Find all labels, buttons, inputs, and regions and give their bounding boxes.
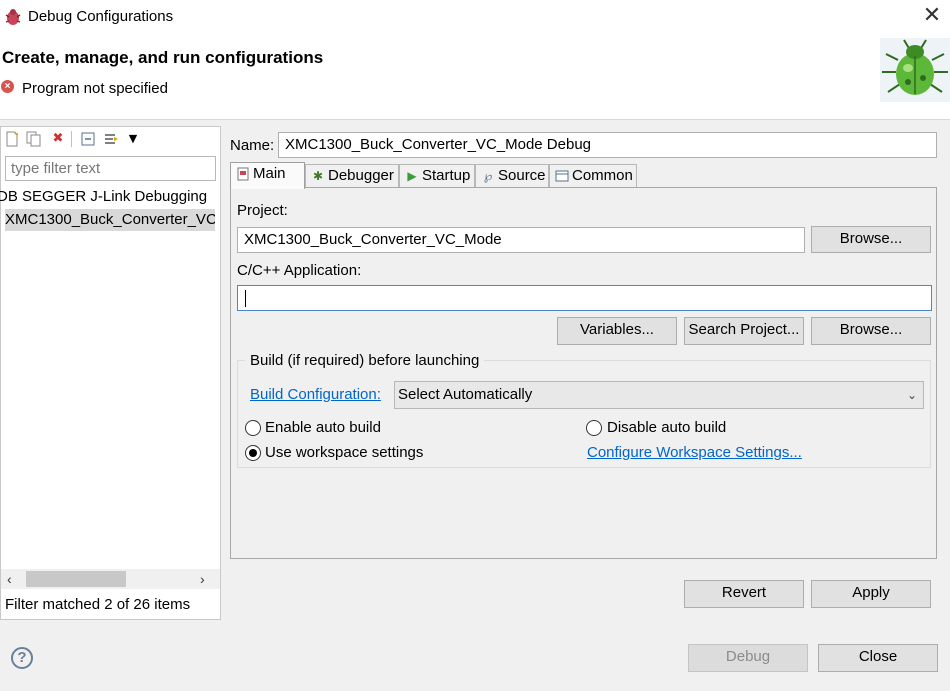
- close-button[interactable]: Close: [818, 644, 938, 672]
- help-icon[interactable]: ?: [11, 647, 33, 669]
- tab-startup[interactable]: ▶ Startup: [399, 164, 475, 188]
- build-configuration-select[interactable]: Select Automatically ⌄: [394, 381, 924, 409]
- filter-status: Filter matched 2 of 26 items: [5, 596, 191, 613]
- chevron-down-icon: ⌄: [906, 388, 917, 402]
- tab-label: Debugger: [328, 167, 394, 184]
- build-configuration-link[interactable]: Build Configuration:: [250, 386, 381, 403]
- duplicate-icon[interactable]: [26, 131, 42, 147]
- dialog-title: Create, manage, and run configurations: [2, 48, 324, 67]
- configuration-tree-panel: ✖ ▼ DB SEGGER J-Link Debugging XMC1300_B…: [0, 126, 221, 620]
- source-tab-icon: ℘: [483, 169, 493, 183]
- tab-label: Startup: [422, 167, 471, 184]
- dialog-header: Create, manage, and run configurations ×…: [0, 34, 950, 120]
- new-config-icon[interactable]: [4, 131, 20, 147]
- apply-button[interactable]: Apply: [811, 580, 931, 608]
- project-label: Project:: [237, 202, 288, 219]
- disable-auto-build-label: Disable auto build: [607, 419, 727, 436]
- tree-item-label: DB SEGGER J-Link Debugging: [0, 188, 208, 205]
- browse-application-button[interactable]: Browse...: [811, 317, 931, 345]
- bug-logo-icon: [880, 38, 950, 102]
- scrollbar-thumb[interactable]: [26, 571, 126, 587]
- text-caret: [245, 290, 246, 307]
- tab-source[interactable]: ℘ Source: [475, 164, 549, 188]
- enable-auto-build-label: Enable auto build: [265, 419, 381, 436]
- project-input[interactable]: XMC1300_Buck_Converter_VC_Mode: [237, 227, 805, 253]
- disable-auto-build-radio[interactable]: [586, 420, 602, 436]
- view-menu-icon[interactable]: ▼: [125, 131, 141, 147]
- tab-main[interactable]: Main: [230, 162, 305, 189]
- tab-label: Source: [498, 167, 546, 184]
- use-workspace-settings-radio[interactable]: [245, 445, 261, 461]
- configure-workspace-settings-link[interactable]: Configure Workspace Settings...: [587, 444, 802, 461]
- title-bar: Debug Configurations ✕: [0, 0, 950, 34]
- scroll-right-icon[interactable]: ›: [200, 569, 214, 589]
- startup-tab-icon: ▶: [407, 169, 417, 183]
- tab-label: Main: [253, 165, 286, 182]
- build-group: Build (if required) before launching Bui…: [237, 352, 931, 468]
- use-workspace-settings-label: Use workspace settings: [265, 444, 424, 461]
- radio-selected-dot: [249, 449, 257, 457]
- application-label: C/C++ Application:: [237, 262, 362, 279]
- main-tab-content: Project: XMC1300_Buck_Converter_VC_Mode …: [230, 187, 937, 559]
- build-group-legend: Build (if required) before launching: [245, 352, 485, 369]
- window-title: Debug Configurations: [28, 8, 174, 25]
- revert-button[interactable]: Revert: [684, 580, 804, 608]
- tree-item-xmc1300-debug[interactable]: XMC1300_Buck_Converter_VC_Mode Debug: [5, 209, 215, 231]
- filter-icon[interactable]: [103, 131, 119, 147]
- tree-item-label: XMC1300_Buck_Converter_VC_Mode Debug: [5, 211, 215, 228]
- enable-auto-build-radio[interactable]: [245, 420, 261, 436]
- search-project-button[interactable]: Search Project...: [684, 317, 804, 345]
- toolbar-separator: [71, 131, 72, 147]
- scroll-left-icon[interactable]: ‹: [7, 569, 21, 589]
- close-window-icon[interactable]: ✕: [918, 2, 946, 30]
- debug-app-icon: [5, 9, 21, 25]
- main-tab-icon: [236, 167, 250, 181]
- tab-debugger[interactable]: ✱ Debugger: [305, 164, 399, 188]
- debugger-tab-icon: ✱: [312, 169, 324, 183]
- application-input[interactable]: [237, 285, 932, 311]
- delete-icon[interactable]: ✖: [50, 131, 66, 147]
- tree-item-segger[interactable]: DB SEGGER J-Link Debugging: [0, 186, 211, 208]
- browse-project-button[interactable]: Browse...: [811, 226, 931, 253]
- variables-button[interactable]: Variables...: [557, 317, 677, 345]
- debug-button[interactable]: Debug: [688, 644, 808, 672]
- name-label: Name:: [230, 137, 275, 154]
- error-message: Program not specified: [22, 80, 168, 97]
- build-configuration-value: Select Automatically: [398, 386, 533, 403]
- tab-label: Common: [572, 167, 633, 184]
- collapse-all-icon[interactable]: [80, 131, 96, 147]
- filter-input[interactable]: [5, 156, 216, 181]
- tab-common[interactable]: Common: [549, 164, 637, 188]
- name-input[interactable]: XMC1300_Buck_Converter_VC_Mode Debug: [278, 132, 937, 158]
- error-icon: ×: [1, 80, 14, 93]
- common-tab-icon: [555, 169, 569, 183]
- horizontal-scrollbar[interactable]: ‹ ›: [1, 569, 220, 589]
